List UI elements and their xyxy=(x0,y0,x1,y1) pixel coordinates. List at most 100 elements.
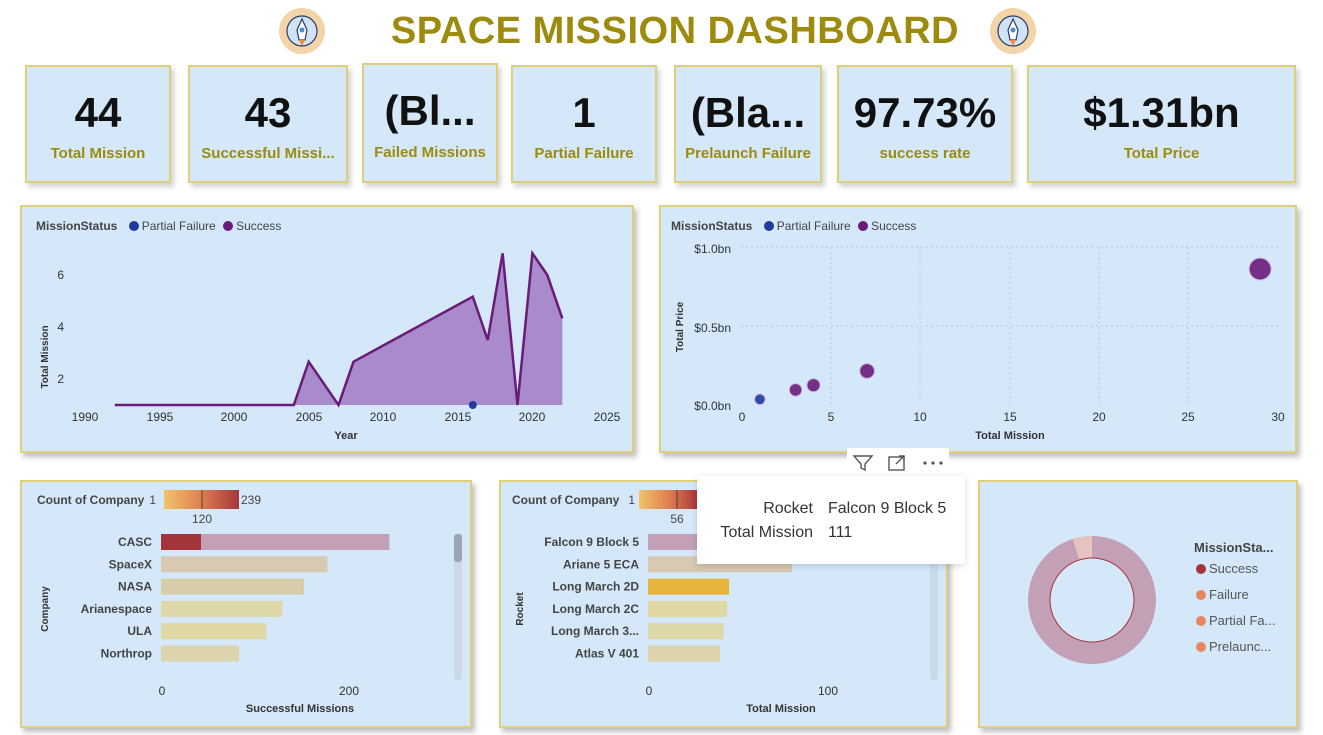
legend-label: Success xyxy=(1209,561,1259,576)
x-tick-label: 2025 xyxy=(594,410,621,424)
x-axis-label: Total Mission xyxy=(975,430,1045,442)
more-options-icon[interactable] xyxy=(921,454,945,472)
visual-header xyxy=(847,448,949,478)
kpi-total-price[interactable]: $1.31bn Total Price xyxy=(1027,65,1296,183)
x-tick-label: 200 xyxy=(339,684,359,698)
success-area[interactable] xyxy=(114,253,563,405)
color-scale xyxy=(639,490,699,509)
legend-title: Count of Company xyxy=(512,493,620,507)
area-chart-svg: Total Mission Year 2 4 6 1990 1995 2000 … xyxy=(40,249,621,442)
bar[interactable] xyxy=(161,578,304,595)
bar-highlight[interactable] xyxy=(161,534,201,550)
scatter-point[interactable] xyxy=(806,378,821,393)
bar[interactable] xyxy=(161,645,239,662)
x-tick-label: 2010 xyxy=(370,410,397,424)
kpi-total-mission[interactable]: 44 Total Mission xyxy=(25,65,171,183)
donut-slice-partial-failure[interactable] xyxy=(1072,536,1093,561)
scale-mid: 56 xyxy=(670,512,684,526)
scatter-chart-svg: Total Price Total Mission $0.0bn $0.5bn … xyxy=(675,242,1285,442)
x-axis-label: Total Mission xyxy=(746,703,816,715)
tooltip-value: Falcon 9 Block 5 xyxy=(828,500,947,517)
y-axis-label: Total Price xyxy=(675,301,686,352)
legend-label: Prelaunc... xyxy=(1209,639,1272,654)
x-tick-label: 15 xyxy=(1003,410,1017,424)
bar[interactable] xyxy=(648,623,724,640)
tooltip-key: Total Mission xyxy=(720,524,813,541)
x-tick-label: 25 xyxy=(1181,410,1195,424)
scrollbar-thumb[interactable] xyxy=(454,534,462,562)
category-label: CASC xyxy=(118,535,152,549)
y-axis-label: Total Mission xyxy=(40,325,51,388)
kpi-prelaunch-failure[interactable]: (Bla... Prelaunch Failure xyxy=(674,65,822,183)
bar[interactable] xyxy=(648,578,729,595)
scatter-points xyxy=(754,257,1272,406)
scale-min: 1 xyxy=(149,493,156,507)
kpi-success-rate[interactable]: 97.73% success rate xyxy=(837,65,1013,183)
legend-item-partial-failure[interactable]: Partial Fa... xyxy=(1194,613,1275,639)
x-tick-label: 2020 xyxy=(519,410,546,424)
kpi-partial-failure[interactable]: 1 Partial Failure xyxy=(511,65,657,183)
kpi-label: Partial Failure xyxy=(534,145,634,162)
legend-label: Failure xyxy=(1209,587,1249,602)
scatter-chart-panel[interactable]: MissionStatus Partial Failure Success To… xyxy=(659,205,1297,453)
focus-mode-icon[interactable] xyxy=(887,454,907,472)
y-tick-label: 4 xyxy=(57,320,64,334)
company-chart-svg: Count of Company 1 239 120 Company Succe… xyxy=(37,490,462,715)
category-label: Atlas V 401 xyxy=(575,647,639,661)
category-label: Arianespace xyxy=(81,602,153,616)
x-tick-label: 2005 xyxy=(296,410,323,424)
legend-item-failure[interactable]: Failure xyxy=(1194,587,1275,613)
area-chart-panel[interactable]: MissionStatus Partial Failure Success To… xyxy=(20,205,634,453)
tooltip-key: Rocket xyxy=(763,500,813,517)
bar[interactable] xyxy=(648,600,728,617)
legend-item-prelaunch-failure[interactable]: Prelaunc... xyxy=(1194,639,1275,665)
kpi-value: 43 xyxy=(244,89,292,136)
bar[interactable] xyxy=(648,645,720,662)
success-dot xyxy=(1196,564,1206,574)
company-chart-panel[interactable]: Count of Company 1 239 120 Company Succe… xyxy=(20,480,472,728)
legend-item-success[interactable]: Success xyxy=(1194,561,1275,587)
y-tick-label: $0.5bn xyxy=(694,321,731,335)
rocket-logo-right xyxy=(990,8,1036,54)
category-label: Northrop xyxy=(101,647,152,661)
dashboard-title: SPACE MISSION DASHBOARD xyxy=(390,10,960,52)
scatter-point[interactable] xyxy=(1248,257,1272,281)
filter-icon[interactable] xyxy=(852,454,874,472)
x-tick-label: 0 xyxy=(159,684,166,698)
x-tick-label: 2000 xyxy=(221,410,248,424)
bar[interactable] xyxy=(161,556,328,573)
y-tick-label: $0.0bn xyxy=(694,399,731,413)
scatter-point[interactable] xyxy=(788,383,803,397)
kpi-label: Failed Missions xyxy=(374,144,486,161)
donut-legend: MissionSta... Success Failure Partial Fa… xyxy=(1194,540,1275,665)
tooltip-value: 111 xyxy=(828,524,853,541)
category-label: Ariane 5 ECA xyxy=(563,557,639,571)
kpi-failed-missions[interactable]: (Bl... Failed Missions xyxy=(362,63,498,183)
legend-label: Partial Fa... xyxy=(1209,613,1276,628)
x-tick-label: 30 xyxy=(1271,410,1285,424)
category-label: NASA xyxy=(118,580,152,594)
category-label: Long March 2D xyxy=(552,580,639,594)
kpi-value: (Bla... xyxy=(690,89,806,136)
scale-mid: 120 xyxy=(192,512,212,526)
kpi-value: (Bl... xyxy=(384,87,476,134)
kpi-value: 44 xyxy=(74,89,122,136)
bar[interactable] xyxy=(161,600,283,617)
failure-dot xyxy=(1196,590,1206,600)
y-axis-label: Company xyxy=(40,586,51,632)
legend-title: MissionSta... xyxy=(1194,540,1274,555)
legend-title: Count of Company xyxy=(37,493,145,507)
category-label: Long March 2C xyxy=(552,602,639,616)
bar[interactable] xyxy=(161,623,267,640)
kpi-label: Prelaunch Failure xyxy=(685,145,811,162)
partial-failure-point[interactable] xyxy=(468,401,477,409)
scatter-point[interactable] xyxy=(754,393,766,406)
x-axis-label: Year xyxy=(334,430,358,442)
kpi-value: 1 xyxy=(572,89,596,136)
x-tick-label: 2015 xyxy=(445,410,472,424)
kpi-value: 97.73% xyxy=(853,89,997,136)
scatter-point[interactable] xyxy=(859,363,876,379)
x-tick-label: 100 xyxy=(818,684,838,698)
x-tick-label: 20 xyxy=(1092,410,1106,424)
kpi-successful-missions[interactable]: 43 Successful Missi... xyxy=(188,65,348,183)
